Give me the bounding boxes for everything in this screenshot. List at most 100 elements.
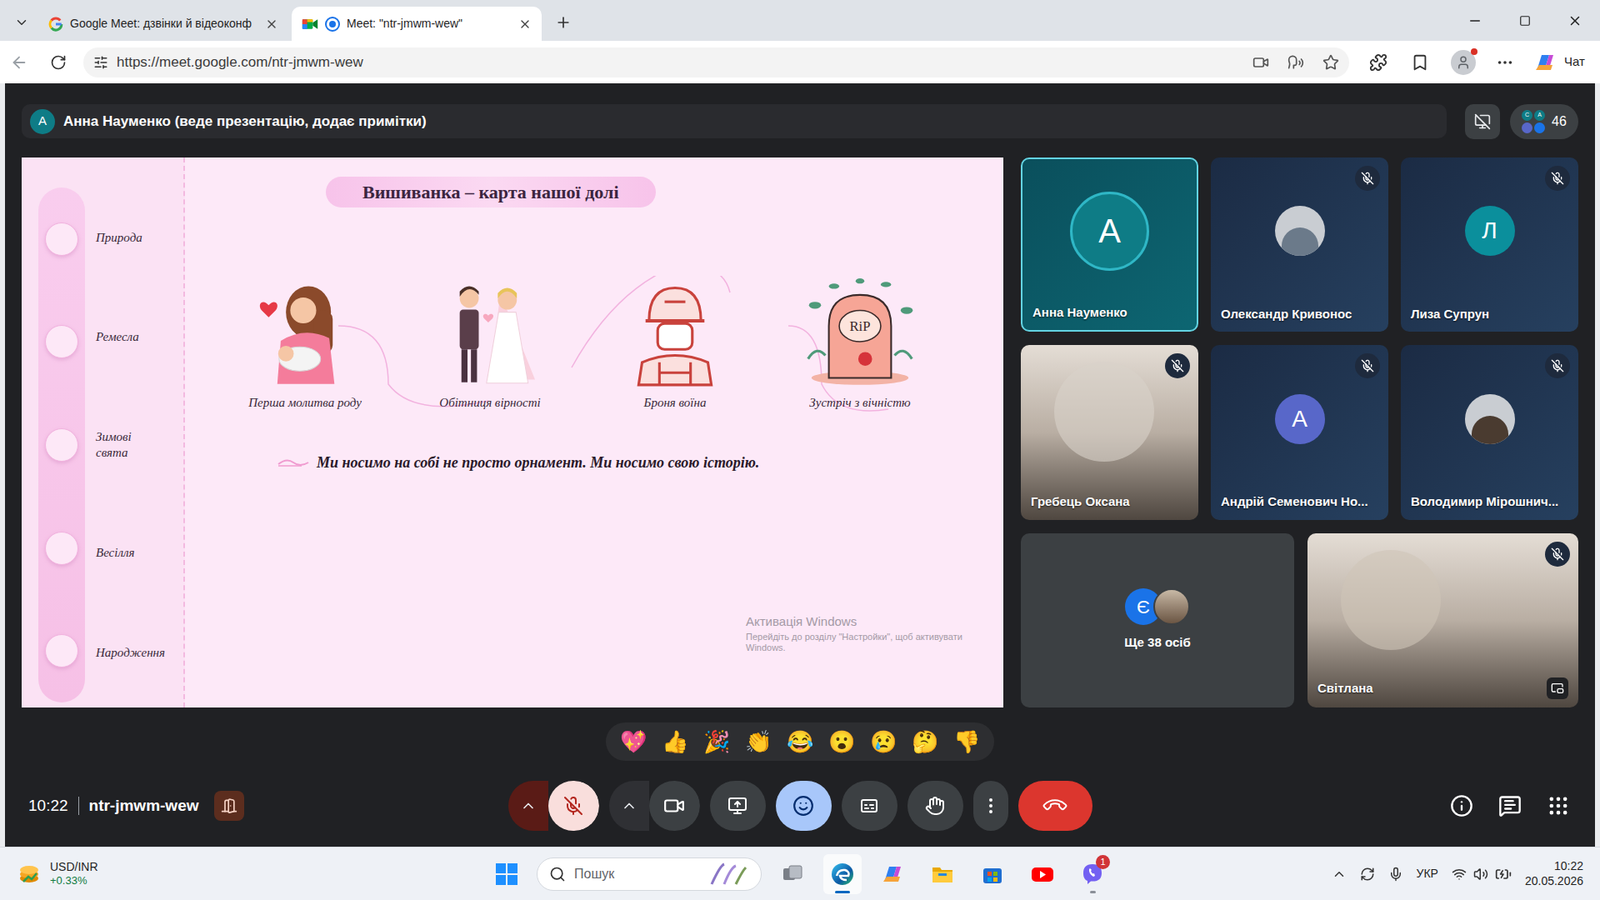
language-indicator[interactable]: УКР: [1416, 865, 1439, 883]
widget-change: +0.33%: [50, 874, 99, 888]
close-tab-icon[interactable]: [265, 17, 279, 31]
hide-presentation-button[interactable]: [1465, 104, 1500, 140]
participant-tile[interactable]: Володимир Мірошнич...: [1400, 345, 1579, 520]
clock[interactable]: 10:2220.05.2026: [1525, 859, 1584, 889]
edge-icon: [830, 861, 855, 887]
present-button[interactable]: [710, 780, 766, 831]
taskbar-app[interactable]: [873, 854, 912, 895]
start-button[interactable]: [488, 855, 525, 893]
captions-button[interactable]: [841, 780, 898, 831]
mic-options-button[interactable]: [508, 780, 549, 831]
mini-avatar: А: [1534, 110, 1545, 121]
participant-tile[interactable]: Гребець Оксана: [1020, 345, 1199, 520]
tray-overflow-icon[interactable]: [1331, 866, 1347, 882]
participant-name: Світлана: [1317, 679, 1374, 699]
favorites-icon[interactable]: [1410, 53, 1430, 72]
present-icon: [727, 795, 748, 816]
url-field[interactable]: https://meet.google.com/ntr-jmwm-wew: [83, 47, 1350, 78]
reactions-button[interactable]: [775, 780, 832, 831]
extensions-icon[interactable]: [1369, 53, 1388, 72]
minimize-icon: [1467, 13, 1483, 29]
reaction-button[interactable]: 😢: [864, 724, 903, 760]
pip-button[interactable]: [1546, 677, 1569, 700]
mic-off-icon: [563, 795, 584, 816]
info-icon[interactable]: [1450, 794, 1474, 818]
taskbar-app[interactable]: [1023, 854, 1062, 895]
maximize-button[interactable]: [1500, 0, 1550, 41]
mini-avatar: С: [1521, 110, 1533, 121]
menu-icon[interactable]: [1495, 53, 1515, 72]
participant-tile[interactable]: Світлана: [1307, 533, 1579, 708]
browser-tab[interactable]: Meet: "ntr-jmwm-wew": [291, 6, 542, 41]
chat-icon[interactable]: [1498, 794, 1522, 818]
battery-icon[interactable]: [1495, 865, 1512, 883]
host-controls-button[interactable]: [214, 790, 245, 821]
timeline-dot: [45, 428, 79, 462]
emoji-icon: [792, 795, 815, 817]
youtube-icon: [1030, 861, 1055, 887]
reaction-button[interactable]: 👏: [739, 724, 778, 760]
tab-title: Meet: "ntr-jmwm-wew": [346, 15, 512, 33]
maximize-icon: [1519, 15, 1531, 27]
sync-icon[interactable]: [1360, 866, 1375, 882]
volume-icon[interactable]: [1473, 866, 1489, 882]
participant-grid: ААнна НауменкоОлександр КривоносЛЛиза Су…: [1020, 157, 1579, 708]
read-aloud-icon[interactable]: [1287, 54, 1305, 71]
reaction-button[interactable]: 👎: [947, 724, 986, 760]
widget[interactable]: USD/INR+0.33%: [16, 860, 489, 889]
close-tab-icon[interactable]: [518, 17, 532, 31]
taskbar-app[interactable]: 1: [1073, 854, 1112, 895]
browser-tab[interactable]: Google Meet: дзвінки й відеоконф: [38, 6, 289, 41]
camera-permission-icon[interactable]: [1252, 54, 1270, 71]
camera-options-button[interactable]: [609, 780, 650, 831]
copilot-button[interactable]: Чат: [1532, 50, 1590, 75]
hand-button[interactable]: [907, 780, 964, 831]
participant-name: Гребець Оксана: [1030, 492, 1130, 512]
participant-tile[interactable]: ЛЛиза Супрун: [1400, 157, 1579, 332]
taskbar-app[interactable]: [823, 854, 862, 895]
reaction-button[interactable]: 🤔: [905, 724, 945, 760]
taskbar-app[interactable]: [973, 854, 1012, 895]
microphone-icon[interactable]: [1388, 866, 1404, 882]
new-tab-button[interactable]: [548, 7, 579, 38]
participant-tile[interactable]: ААндрій Семенович Но...: [1210, 345, 1389, 520]
reaction-button[interactable]: 😮: [822, 724, 861, 760]
reaction-button[interactable]: 😂: [780, 724, 820, 760]
reaction-button[interactable]: 🎉: [697, 724, 736, 760]
screen: Google Meet: дзвінки й відеоконф Meet: "n…: [0, 0, 1600, 900]
minimize-button[interactable]: [1450, 0, 1500, 41]
clock-time: 10:22: [1554, 859, 1584, 875]
favorite-icon[interactable]: [1322, 54, 1340, 71]
participant-count: 46: [1551, 111, 1567, 132]
muted-badge: [1545, 165, 1570, 191]
copilot-icon: [880, 861, 905, 887]
participant-tile[interactable]: ААнна Науменко: [1020, 157, 1199, 332]
profile-button[interactable]: [1450, 50, 1476, 75]
captions-icon: [859, 795, 880, 816]
participants-button[interactable]: СА 46: [1510, 104, 1579, 140]
meet-area: ААнна Науменко (веде презентацію, додає …: [5, 83, 1595, 847]
taskbar-app[interactable]: [773, 854, 812, 895]
mic-button[interactable]: [548, 780, 600, 831]
participant-tile[interactable]: Олександр Кривонос: [1210, 157, 1389, 332]
camera-button[interactable]: [649, 780, 700, 831]
taskbar: USD/INR+0.33% Пошук 1 УКР 10:2220.05.2026: [0, 846, 1600, 900]
taskbar-search[interactable]: Пошук: [536, 857, 762, 891]
refresh-icon[interactable]: [50, 54, 67, 71]
more-button[interactable]: [973, 780, 1009, 831]
running-indicator: [835, 890, 850, 894]
back-icon[interactable]: [10, 53, 29, 72]
picture-in-picture-icon: [1550, 681, 1565, 695]
meeting-info: 10:22ntr-jmwm-wew: [21, 790, 509, 821]
reaction-button[interactable]: 👍: [655, 724, 695, 760]
leave-call-button[interactable]: [1018, 780, 1093, 831]
activities-icon[interactable]: [1546, 794, 1570, 818]
taskbar-app[interactable]: [923, 854, 962, 895]
reaction-button[interactable]: 💖: [614, 724, 653, 760]
close-window-button[interactable]: [1550, 0, 1600, 41]
others-tile[interactable]: ЄЩе 38 осіб: [1020, 533, 1295, 708]
call-controls: [508, 780, 1093, 831]
tab-actions-button[interactable]: [8, 7, 35, 38]
presentation-slide: ПриродаРемеслаЗимові святаВесілляНародже…: [21, 157, 1004, 708]
wifi-icon[interactable]: [1451, 866, 1467, 882]
